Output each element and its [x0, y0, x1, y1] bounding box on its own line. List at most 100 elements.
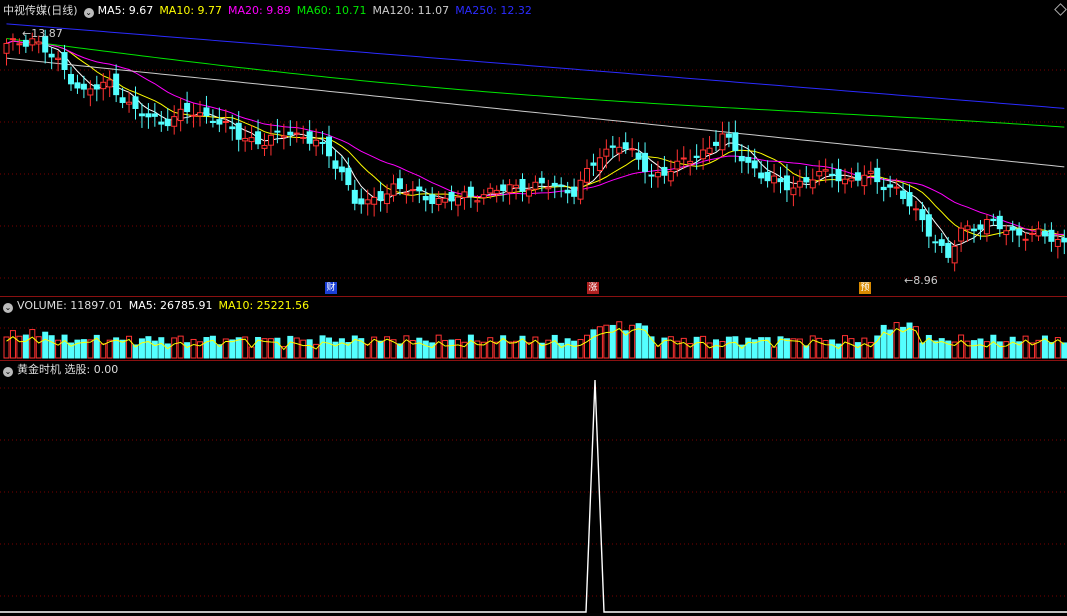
volume-bar	[893, 322, 900, 359]
volume-bar	[609, 324, 616, 359]
high-price-label: ←13.87	[22, 27, 63, 40]
volume-bar	[293, 337, 300, 359]
candle-body	[906, 192, 913, 207]
candle-body	[338, 166, 345, 173]
candle-body	[829, 173, 836, 176]
volume-bar	[422, 340, 429, 359]
volume-bar	[300, 339, 307, 359]
candle-body	[138, 113, 145, 117]
indicator-chart[interactable]	[0, 362, 1067, 616]
candle-body	[403, 192, 410, 195]
candle-body	[635, 152, 642, 160]
candle-body	[487, 187, 494, 194]
volume-bar	[680, 337, 687, 359]
candle-body	[796, 180, 803, 188]
candle-body	[577, 179, 584, 200]
candle-body	[958, 227, 965, 242]
volume-bar	[732, 336, 739, 359]
candle-body	[803, 177, 810, 183]
volume-bar	[22, 334, 29, 359]
candle-body	[571, 186, 578, 197]
candle-body	[100, 81, 107, 90]
volume-bar	[700, 335, 707, 359]
candle-body	[603, 148, 610, 157]
candle-body	[874, 167, 881, 183]
volume-bar	[429, 342, 436, 359]
candle-body	[1016, 228, 1023, 236]
volume-bar	[725, 336, 732, 359]
candle-body	[835, 168, 842, 182]
candle-body	[990, 218, 997, 222]
candle-body	[326, 136, 332, 157]
volume-bar	[274, 337, 281, 359]
volume-bar	[448, 339, 455, 359]
volume-bar	[745, 337, 752, 359]
volume-bar	[455, 339, 461, 359]
candle-body	[971, 228, 977, 232]
candle-body	[532, 181, 539, 190]
candle-body	[719, 133, 726, 151]
candle-body	[584, 167, 590, 183]
volume-bar	[442, 339, 449, 359]
candle-body	[809, 179, 816, 189]
candle-body	[854, 172, 861, 181]
candle-body	[680, 157, 687, 160]
candle-body	[622, 142, 629, 150]
candle-body	[1041, 230, 1048, 237]
candle-body	[106, 79, 113, 88]
candle-body	[596, 157, 603, 172]
candle-body	[790, 187, 797, 196]
volume-bar	[138, 338, 145, 359]
candle-body	[674, 160, 681, 170]
event-marker-rise[interactable]: 涨	[587, 282, 599, 294]
candle-body	[513, 184, 520, 189]
volume-bar	[996, 341, 1003, 359]
volume-bar	[713, 339, 719, 359]
ma120-line	[6, 57, 1065, 168]
volume-bar	[932, 340, 939, 359]
candle-body	[648, 174, 655, 177]
candle-body	[16, 43, 23, 46]
candle-body	[384, 193, 391, 205]
ma60-line	[6, 38, 1065, 128]
volume-bar	[603, 324, 610, 359]
candle-body	[377, 191, 384, 201]
volume-bar	[145, 336, 152, 359]
volume-bar	[861, 337, 868, 359]
candle-body	[229, 126, 236, 130]
candle-body	[732, 132, 739, 152]
candle-body	[422, 195, 429, 201]
candle-body	[61, 52, 68, 70]
volume-bar	[616, 321, 623, 359]
volume-bar	[571, 340, 578, 359]
candle-body	[938, 239, 945, 246]
volume-bar	[584, 334, 590, 359]
candle-body	[642, 152, 649, 172]
candle-body	[9, 38, 16, 41]
volume-bar	[771, 346, 778, 359]
volume-bar	[551, 334, 558, 359]
candle-body	[461, 191, 468, 198]
candle-body	[654, 171, 661, 178]
volume-bar	[971, 340, 977, 359]
candle-body	[964, 225, 971, 231]
volume-bar	[332, 341, 339, 359]
volume-bar	[983, 341, 990, 359]
candle-body	[126, 101, 133, 105]
candle-body	[609, 145, 616, 148]
volume-chart[interactable]	[0, 298, 1067, 360]
volume-bar	[306, 339, 313, 359]
candle-body	[197, 112, 203, 117]
volume-bar	[842, 335, 848, 359]
volume-bar	[403, 335, 410, 359]
event-marker-forecast[interactable]: 预	[859, 282, 871, 294]
ma-line	[6, 40, 1065, 237]
event-marker-finance[interactable]: 财	[325, 282, 337, 294]
volume-bar	[248, 346, 255, 359]
candle-body	[164, 118, 171, 127]
candle-body	[545, 186, 552, 190]
candle-body	[893, 186, 900, 189]
price-chart[interactable]	[0, 0, 1067, 296]
volume-bar	[790, 338, 797, 359]
candle-body	[816, 171, 823, 177]
